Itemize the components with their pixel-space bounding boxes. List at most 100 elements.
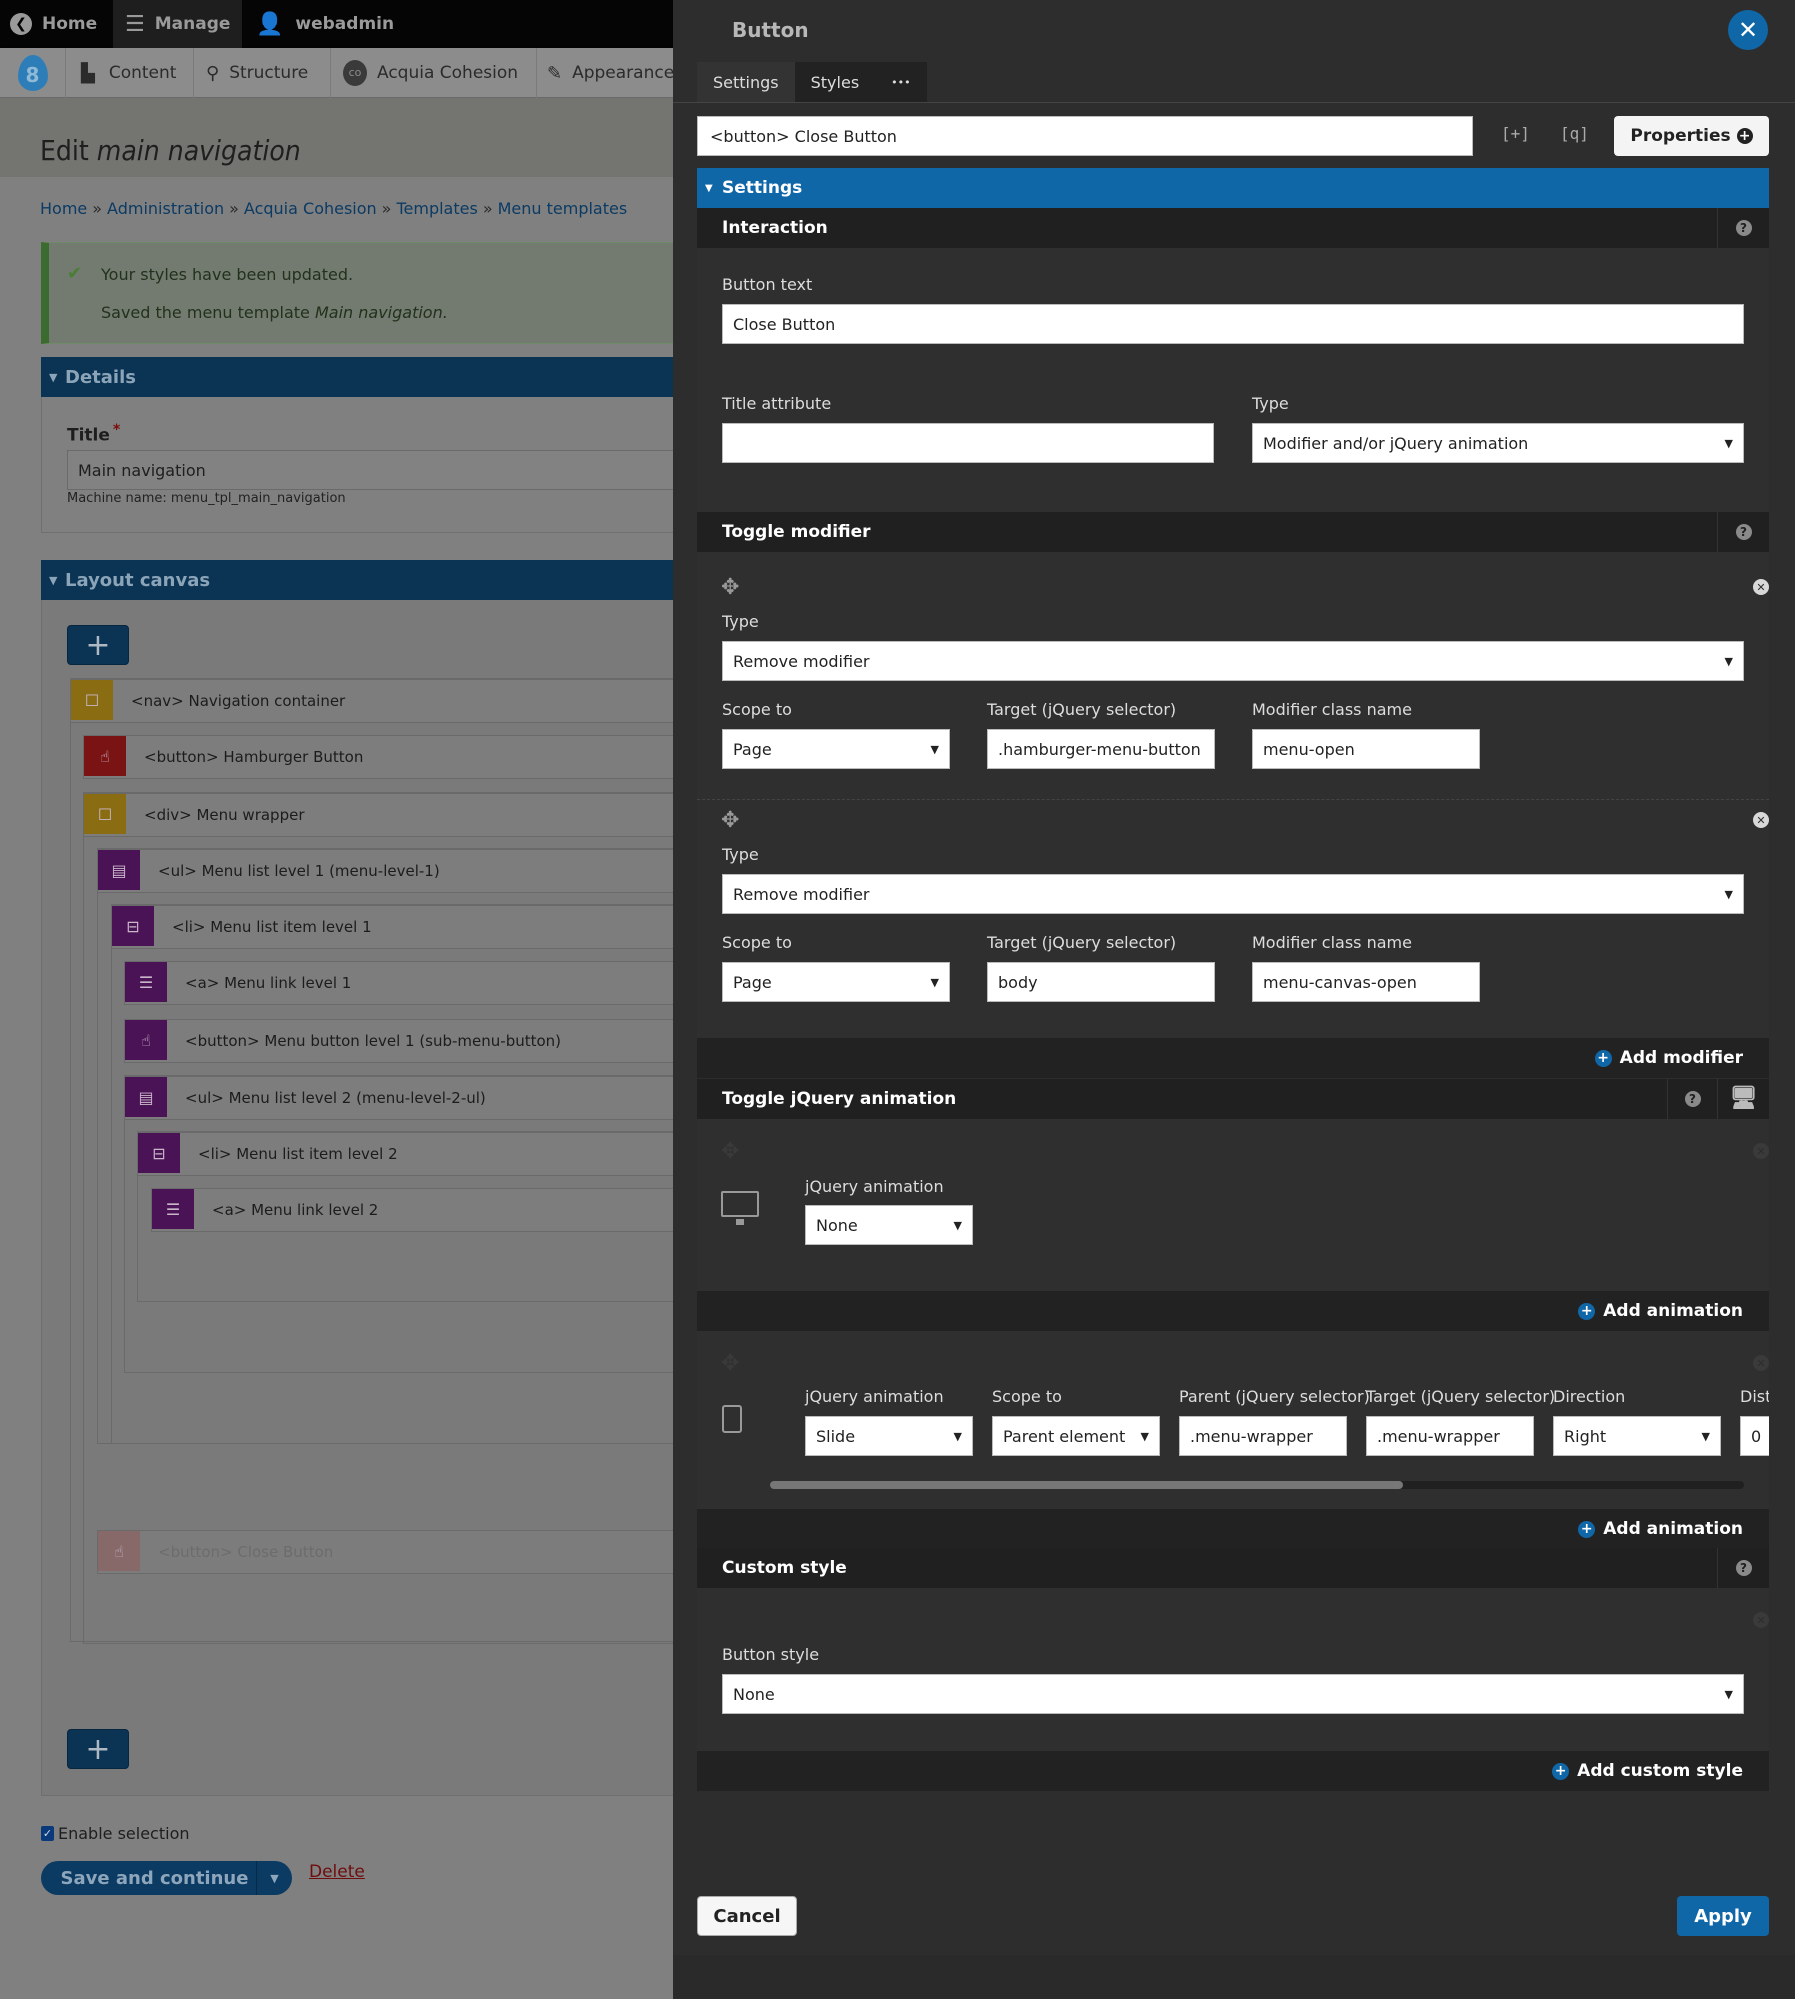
add-custom-style-button[interactable]: + Add custom style: [1552, 1751, 1743, 1791]
tab-settings[interactable]: Settings: [697, 62, 795, 102]
scope-select[interactable]: Page: [722, 962, 950, 1002]
list-icon: ▤: [98, 850, 140, 890]
tab-styles[interactable]: Styles: [795, 62, 876, 102]
layout-tree-item[interactable]: ▤ <ul> Menu list level 2 (menu-level-2-ul…: [124, 1076, 673, 1120]
responsive-desktop-button[interactable]: 🖥: [1717, 1079, 1769, 1119]
interaction-type-select[interactable]: Modifier and/or jQuery animation: [1252, 423, 1744, 463]
modifier-type-select[interactable]: Remove modifier: [722, 874, 1744, 914]
help-icon: ?: [1684, 1091, 1701, 1107]
remove-modifier-button[interactable]: ✕: [1753, 812, 1769, 828]
distance-input[interactable]: 0: [1740, 1416, 1769, 1456]
delete-link[interactable]: Delete: [309, 1862, 365, 1882]
tablet-icon: [722, 1405, 742, 1433]
breadcrumb-menu-templates[interactable]: Menu templates: [498, 199, 628, 218]
jquery-animation-select[interactable]: Slide: [805, 1416, 973, 1456]
target-selector-input[interactable]: body: [987, 962, 1215, 1002]
type-label: Type: [1252, 394, 1289, 413]
layout-tree-item[interactable]: ☝ <button> Close Button: [97, 1530, 673, 1574]
tray-content[interactable]: ▙ Content: [66, 48, 194, 98]
layout-tree-item[interactable]: ☐ <nav> Navigation container: [70, 679, 673, 723]
modifier-class-input[interactable]: menu-open: [1252, 729, 1480, 769]
enable-selection[interactable]: ✓ Enable selection: [41, 1824, 190, 1843]
toolbar-user[interactable]: 👤 webadmin: [256, 0, 394, 48]
animation-tablet-body: ✥ ✕ jQuery animation Slide Scope to Pare…: [697, 1331, 1769, 1509]
properties-button[interactable]: Properties +: [1614, 116, 1769, 156]
layout-tree-item-label: <nav> Navigation container: [131, 692, 346, 710]
distance-label: Dist: [1740, 1387, 1769, 1406]
save-dropdown-toggle[interactable]: ▼: [256, 1861, 292, 1895]
target-selector-input[interactable]: .hamburger-menu-button: [987, 729, 1215, 769]
toolbar-manage[interactable]: ☰ Manage: [113, 0, 242, 48]
layout-tree-item[interactable]: ☝ <button> Hamburger Button: [83, 735, 673, 779]
add-animation-button[interactable]: + Add animation: [1578, 1509, 1743, 1549]
sitemap-icon: ⚲: [206, 62, 220, 84]
add-element-top-button[interactable]: +: [67, 625, 129, 665]
modifier-type-select[interactable]: Remove modifier: [722, 641, 1744, 681]
horizontal-scrollbar[interactable]: [770, 1481, 1744, 1489]
layout-tree-item[interactable]: ▤ <ul> Menu list level 1 (menu-level-1): [97, 849, 673, 893]
button-text-input[interactable]: Close Button: [722, 304, 1744, 344]
remove-animation-button: ✕: [1753, 1355, 1769, 1371]
button-style-select[interactable]: None: [722, 1674, 1744, 1714]
breadcrumb-administration[interactable]: Administration: [107, 199, 224, 218]
tab-more[interactable]: •••: [875, 62, 926, 102]
layout-tree-item-label: <button> Menu button level 1 (sub-menu-b…: [185, 1032, 562, 1050]
target-selector-input[interactable]: .menu-wrapper: [1366, 1416, 1534, 1456]
help-button[interactable]: ?: [1717, 1548, 1769, 1588]
layout-tree-item[interactable]: ☝ <button> Menu button level 1 (sub-menu-…: [124, 1019, 673, 1063]
details-header[interactable]: ▼ Details: [41, 357, 673, 397]
expand-all-icon[interactable]: [+]: [1501, 124, 1530, 143]
layout-tree-item[interactable]: ☐ <div> Menu wrapper: [83, 793, 673, 837]
tray-acquia-cohesion[interactable]: co Acquia Cohesion: [331, 48, 537, 98]
breadcrumb-home[interactable]: Home: [40, 199, 87, 218]
layout-tree-item[interactable]: ☰ <a> Menu link level 2: [151, 1188, 673, 1232]
drupal-drop-icon: 8: [17, 55, 48, 91]
layout-tree-item[interactable]: ☰ <a> Menu link level 1: [124, 961, 673, 1005]
settings-accordion-header[interactable]: ▼ Settings: [697, 168, 1769, 208]
tray-structure[interactable]: ⚲ Structure: [194, 48, 331, 98]
element-name-input[interactable]: <button> Close Button: [697, 116, 1473, 156]
jquery-animation-select[interactable]: None: [805, 1205, 973, 1245]
close-dialog-button[interactable]: ✕: [1728, 10, 1768, 50]
title-input[interactable]: Main navigation: [67, 450, 673, 490]
help-button[interactable]: ?: [1667, 1079, 1717, 1119]
plus-circle-icon: +: [1736, 128, 1753, 144]
drag-handle-icon[interactable]: ✥: [721, 575, 739, 600]
scope-select[interactable]: Parent element: [992, 1416, 1160, 1456]
plus-circle-icon: +: [1594, 1049, 1612, 1067]
search-fields-icon[interactable]: [q]: [1560, 124, 1589, 143]
remove-animation-button: ✕: [1753, 1143, 1769, 1159]
parent-selector-input[interactable]: .menu-wrapper: [1179, 1416, 1347, 1456]
plus-circle-icon: +: [1578, 1520, 1596, 1538]
layout-tree-item[interactable]: ⊟ <li> Menu list item level 2: [137, 1132, 673, 1176]
modifier-class-input[interactable]: menu-canvas-open: [1252, 962, 1480, 1002]
add-animation-bar: + Add animation: [697, 1291, 1769, 1331]
help-button[interactable]: ?: [1717, 208, 1769, 248]
save-and-continue-button[interactable]: Save and continue ▼: [41, 1861, 292, 1895]
tray-appearance[interactable]: ✎ Appearance: [537, 48, 673, 98]
add-element-bottom-button[interactable]: +: [67, 1729, 129, 1769]
scope-label: Scope to: [722, 700, 792, 719]
breadcrumb-acquia-cohesion[interactable]: Acquia Cohesion: [244, 199, 377, 218]
back-circle-icon: ❮: [10, 13, 32, 35]
add-modifier-button[interactable]: + Add modifier: [1594, 1038, 1743, 1078]
file-icon: ▙: [81, 62, 95, 84]
help-button[interactable]: ?: [1717, 512, 1769, 552]
breadcrumb-templates[interactable]: Templates: [396, 199, 477, 218]
checkbox[interactable]: ✓: [41, 1826, 54, 1841]
drag-handle-icon[interactable]: ✥: [721, 808, 739, 833]
cancel-button[interactable]: Cancel: [697, 1896, 797, 1936]
scope-select[interactable]: Page: [722, 729, 950, 769]
layout-tree-item-label: <a> Menu link level 1: [185, 974, 352, 992]
drupal-logo[interactable]: 8: [0, 48, 66, 98]
direction-label: Direction: [1553, 1387, 1626, 1406]
layout-tree-item[interactable]: ⊟ <li> Menu list item level 1: [111, 905, 673, 949]
remove-modifier-button[interactable]: ✕: [1753, 579, 1769, 595]
title-attribute-input[interactable]: [722, 423, 1214, 463]
layout-canvas-header[interactable]: ▼ Layout canvas: [41, 560, 673, 600]
add-animation-button[interactable]: + Add animation: [1578, 1291, 1743, 1331]
scrollbar-thumb[interactable]: [770, 1481, 1404, 1489]
toolbar-home[interactable]: ❮ Home: [10, 0, 109, 48]
direction-select[interactable]: Right: [1553, 1416, 1721, 1456]
apply-button[interactable]: Apply: [1677, 1896, 1769, 1936]
